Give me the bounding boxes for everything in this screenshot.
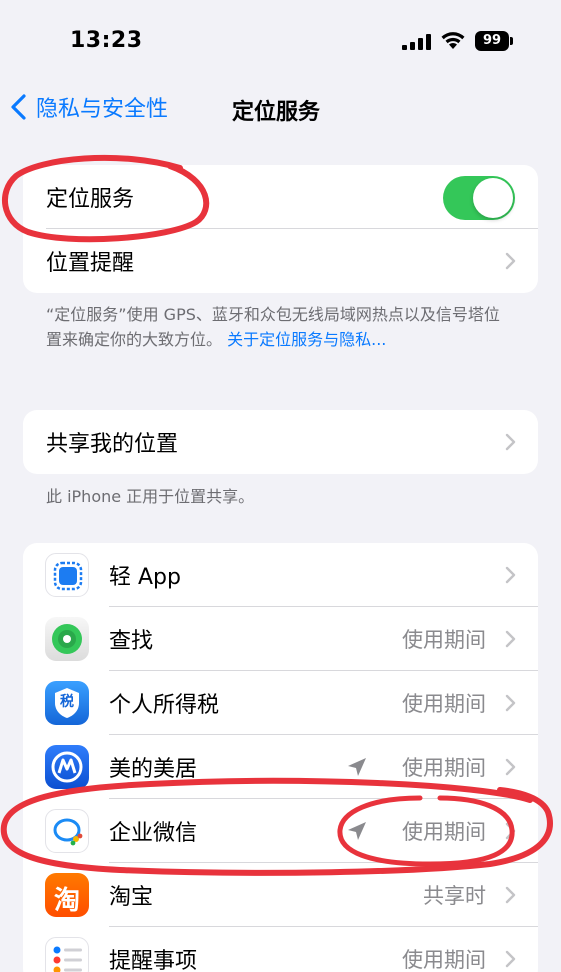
app-row-find-my[interactable]: 查找 使用期间 xyxy=(23,607,538,671)
location-services-label: 定位服务 xyxy=(46,187,135,212)
location-alerts-label: 位置提醒 xyxy=(46,251,135,276)
app-name: 提醒事项 xyxy=(109,949,198,972)
back-button[interactable]: 隐私与安全性 xyxy=(10,92,168,122)
location-alerts-row[interactable]: 位置提醒 xyxy=(23,229,538,293)
app-name: 个人所得税 xyxy=(109,693,220,718)
app-name: 轻 App xyxy=(109,565,181,590)
app-row-app-clips[interactable]: 轻 App xyxy=(23,543,538,607)
app-row-taobao[interactable]: 淘 淘宝 共享时 xyxy=(23,863,538,927)
chevron-right-icon xyxy=(505,566,516,584)
status-time: 13:23 xyxy=(70,28,143,53)
toggle-knob xyxy=(473,178,513,218)
app-name: 美的美居 xyxy=(109,757,198,782)
privacy-link[interactable]: 关于定位服务与隐私... xyxy=(227,330,386,349)
page-title: 定位服务 xyxy=(232,100,321,125)
taobao-icon: 淘 xyxy=(45,873,89,917)
chevron-right-icon xyxy=(505,252,516,270)
chevron-right-icon xyxy=(505,822,516,840)
taobao-icon-glyph: 淘 xyxy=(53,886,80,916)
app-row-reminders[interactable]: 提醒事项 使用期间 xyxy=(23,927,538,972)
app-name: 淘宝 xyxy=(109,885,154,910)
chevron-right-icon xyxy=(505,433,516,451)
tax-app-icon: 税 xyxy=(45,681,89,725)
location-services-group: 定位服务 位置提醒 xyxy=(23,165,538,293)
location-arrow-icon xyxy=(348,758,366,776)
app-row-midea[interactable]: 美的美居 使用期间 xyxy=(23,735,538,799)
chevron-right-icon xyxy=(505,694,516,712)
location-services-toggle[interactable] xyxy=(443,176,515,220)
midea-icon xyxy=(45,745,89,789)
share-location-group: 共享我的位置 xyxy=(23,410,538,474)
share-location-footer: 此 iPhone 正用于位置共享。 xyxy=(46,487,255,506)
chevron-right-icon xyxy=(505,886,516,904)
permission-value: 使用期间 xyxy=(402,756,486,780)
location-services-row: 定位服务 xyxy=(23,165,538,229)
apps-list: 轻 App 查找 使用期间 税 个人所得税 使用期间 美的美居 使用期间 企业微… xyxy=(23,543,538,972)
permission-value: 使用期间 xyxy=(402,820,486,844)
wecom-icon xyxy=(45,809,89,853)
app-name: 查找 xyxy=(109,629,154,654)
app-row-wecom[interactable]: 企业微信 使用期间 xyxy=(23,799,538,863)
app-row-individual-tax[interactable]: 税 个人所得税 使用期间 xyxy=(23,671,538,735)
app-clip-icon xyxy=(45,553,89,597)
permission-value: 共享时 xyxy=(423,884,486,908)
location-services-footer: “定位服务”使用 GPS、蓝牙和众包无线局域网热点以及信号塔位置来确定你的大致方… xyxy=(46,302,506,352)
tax-icon-glyph: 税 xyxy=(60,694,74,710)
wifi-icon xyxy=(441,32,465,49)
share-my-location-label: 共享我的位置 xyxy=(46,432,179,457)
permission-value: 使用期间 xyxy=(402,692,486,716)
permission-value: 使用期间 xyxy=(402,628,486,652)
find-my-icon xyxy=(45,617,89,661)
battery-icon: 99 xyxy=(475,31,513,51)
navigation-bar: 隐私与安全性 定位服务 xyxy=(0,80,561,136)
battery-level: 99 xyxy=(475,31,509,51)
chevron-right-icon xyxy=(505,950,516,968)
location-arrow-icon xyxy=(348,822,366,840)
cellular-signal-icon xyxy=(402,34,431,50)
share-my-location-row[interactable]: 共享我的位置 xyxy=(23,410,538,474)
chevron-right-icon xyxy=(505,630,516,648)
permission-value: 使用期间 xyxy=(402,948,486,972)
chevron-right-icon xyxy=(505,758,516,776)
chevron-left-icon xyxy=(11,94,26,120)
back-button-label: 隐私与安全性 xyxy=(36,97,169,122)
reminders-icon xyxy=(45,937,89,972)
app-name: 企业微信 xyxy=(109,821,198,846)
status-bar: 13:23 99 xyxy=(0,0,561,80)
